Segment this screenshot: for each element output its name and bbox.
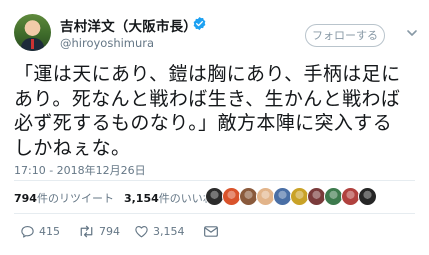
user-handle[interactable]: @hiroyoshimura <box>60 36 154 50</box>
retweet-action-count: 794 <box>99 225 120 238</box>
like-action-count: 3,154 <box>153 225 185 238</box>
divider-top <box>14 180 415 181</box>
retweet-label[interactable]: 件のリツイート <box>37 192 114 205</box>
mail-icon <box>204 226 218 237</box>
heart-icon <box>135 225 148 238</box>
engagement-stats: 794件のリツイート 3,154件のいいね <box>14 190 214 206</box>
dm-action[interactable] <box>203 224 219 242</box>
divider-bottom <box>14 213 415 214</box>
tweet-text: 「運は天にあり、鎧は胸にあり、手柄は足に あり。死なんと戦わば生き、生かんと戦わ… <box>14 63 401 159</box>
retweet-count[interactable]: 794 <box>14 192 37 205</box>
retweet-icon <box>80 225 93 238</box>
follow-button[interactable]: フォローする <box>305 24 385 47</box>
verified-badge-icon <box>193 16 206 31</box>
like-action[interactable]: 3,154 <box>134 224 185 242</box>
reply-icon <box>21 225 34 238</box>
display-name[interactable]: 吉村洋文（大阪市長） <box>60 15 197 35</box>
retweet-action[interactable]: 794 <box>78 224 120 242</box>
avatar[interactable] <box>14 14 51 51</box>
tweet-timestamp[interactable]: 17:10 - 2018年12月26日 <box>14 162 146 178</box>
reply-count: 415 <box>39 225 60 238</box>
avatar-tie <box>31 39 34 49</box>
like-count[interactable]: 3,154 <box>124 192 159 205</box>
liker-avatar[interactable] <box>358 187 377 206</box>
chevron-down-icon[interactable] <box>404 25 420 41</box>
reply-action[interactable]: 415 <box>20 224 60 242</box>
